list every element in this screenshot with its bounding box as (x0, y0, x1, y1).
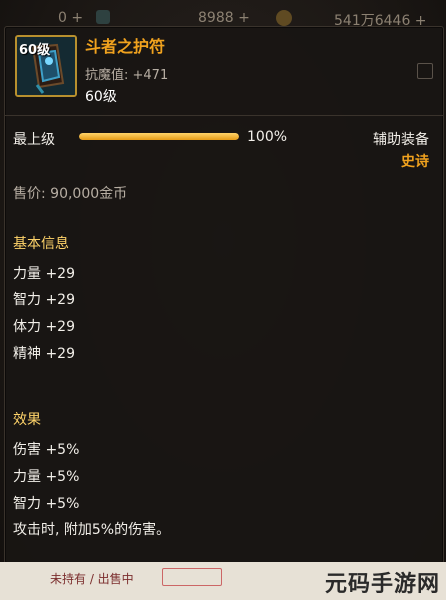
lock-icon[interactable] (417, 63, 433, 79)
ownership-status: 未持有 / 出售中 (50, 572, 134, 586)
effect-line: 智力 +5% (13, 496, 80, 512)
bottom-button[interactable] (162, 568, 222, 586)
grade-label: 最上级 (13, 132, 55, 148)
item-level: 60级 (85, 89, 117, 105)
resource-value-2: 8988 + (198, 10, 250, 26)
effects-title: 效果 (13, 412, 41, 428)
effect-line: 攻击时, 附加5%的伤害。 (13, 522, 171, 538)
amulet-icon: 60级 (15, 35, 77, 97)
item-name: 斗者之护符 (85, 37, 166, 56)
basic-info-title: 基本信息 (13, 236, 69, 252)
effect-line: 力量 +5% (13, 469, 80, 485)
item-main-stat: 抗魔值: +471 (85, 68, 169, 83)
basic-stat: 体力 +29 (13, 319, 75, 335)
basic-stat: 智力 +29 (13, 292, 75, 308)
gem-icon (96, 10, 110, 24)
item-tooltip: 60级 斗者之护符 抗魔值: +471 60级 最上级 100% 辅助装备 史诗… (4, 26, 444, 564)
resource-value-1: 0 + (58, 10, 84, 26)
basic-stat: 力量 +29 (13, 266, 75, 282)
sell-price: 售价: 90,000金币 (13, 186, 128, 202)
effect-line: 伤害 +5% (13, 442, 80, 458)
coin-icon (276, 10, 292, 26)
rarity-label: 史诗 (401, 154, 429, 170)
slot-type: 辅助装备 (373, 132, 429, 148)
watermark: 元码手游网 (324, 572, 440, 597)
grade-progress-fill (79, 133, 239, 140)
basic-stat: 精神 +29 (13, 346, 75, 362)
game-screen: 0 + 8988 + 541万6446 + 60级 斗者之护符 抗魔值: +47… (0, 0, 446, 600)
item-level-tag: 60级 (19, 43, 51, 58)
grade-percent: 100% (247, 129, 288, 145)
divider (5, 115, 443, 116)
grade-progress-bar (79, 133, 239, 140)
